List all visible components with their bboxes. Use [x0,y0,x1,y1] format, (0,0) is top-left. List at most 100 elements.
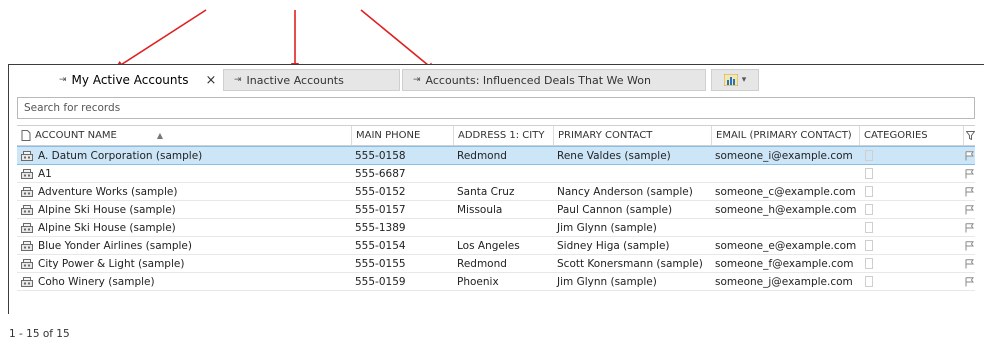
table-row[interactable]: Alpine Ski House (sample) 555-1389 Jim Gly… [17,219,975,237]
close-icon[interactable]: × [205,73,216,88]
main-phone-cell: 555-0155 [355,257,406,270]
account-icon [21,168,33,179]
column-header-main-phone[interactable]: MAIN PHONE [351,126,453,145]
flag-cell[interactable] [963,165,977,182]
account-name-link[interactable]: Coho Winery (sample) [38,276,155,288]
city-cell [453,165,553,182]
primary-contact-cell[interactable]: Rene Valdes (sample) [553,147,711,164]
account-icon [21,276,33,287]
account-name-cell[interactable]: Alpine Ski House (sample) [17,219,351,236]
chart-button[interactable]: ▾ [711,69,759,91]
account-name-link[interactable]: A1 [38,168,52,180]
categories-cell [859,147,963,164]
primary-contact-cell[interactable]: Jim Glynn (sample) [553,273,711,290]
account-icon [21,150,33,161]
primary-contact-cell[interactable]: Paul Cannon (sample) [553,201,711,218]
table-row[interactable]: Adventure Works (sample) 555-0152 Santa Cr… [17,183,975,201]
email-cell[interactable]: someone_f@example.com [711,255,859,272]
pin-icon[interactable]: ⇥ [59,75,66,85]
tab-influenced-deals[interactable]: ⇥ Accounts: Influenced Deals That We Won [402,69,706,91]
primary-contact-cell[interactable]: Sidney Higa (sample) [553,237,711,254]
categories-cell [859,165,963,182]
category-checkbox[interactable] [865,150,873,161]
account-name-cell[interactable]: Blue Yonder Airlines (sample) [17,237,351,254]
column-header-city[interactable]: ADDRESS 1: CITY [453,126,553,145]
column-header-account-name[interactable]: ACCOUNT NAME ▲ [17,126,351,145]
flag-cell[interactable] [963,255,977,272]
account-name-link[interactable]: City Power & Light (sample) [38,258,184,270]
category-checkbox[interactable] [865,168,873,179]
account-name-link[interactable]: Alpine Ski House (sample) [38,222,176,234]
email-cell[interactable]: someone_i@example.com [711,147,859,164]
account-icon [21,204,33,215]
email-cell[interactable] [711,219,859,236]
flag-icon[interactable] [965,150,974,161]
tab-inactive-accounts[interactable]: ⇥ Inactive Accounts [223,69,400,91]
email-cell[interactable]: someone_h@example.com [711,201,859,218]
table-row[interactable]: A. Datum Corporation (sample) 555-0158 Red… [17,146,975,165]
column-header-email[interactable]: EMAIL (PRIMARY CONTACT) [711,126,859,145]
primary-contact-cell[interactable]: Jim Glynn (sample) [553,219,711,236]
account-name-cell[interactable]: A. Datum Corporation (sample) [17,147,351,164]
category-checkbox[interactable] [865,186,873,197]
column-header-primary-contact[interactable]: PRIMARY CONTACT [553,126,711,145]
flag-cell[interactable] [963,183,977,200]
account-icon [21,258,33,269]
account-name-cell[interactable]: Adventure Works (sample) [17,183,351,200]
flag-icon[interactable] [965,240,974,251]
categories-cell [859,237,963,254]
account-icon [21,186,33,197]
flag-icon[interactable] [965,204,974,215]
flag-icon[interactable] [965,186,974,197]
category-checkbox[interactable] [865,222,873,233]
table-row[interactable]: Alpine Ski House (sample) 555-0157 Missoul… [17,201,975,219]
flag-icon[interactable] [965,168,974,179]
flag-cell[interactable] [963,201,977,218]
email-cell[interactable]: someone_e@example.com [711,237,859,254]
primary-contact-cell[interactable]: Scott Konersmann (sample) [553,255,711,272]
arrow-to-influenced-deals [360,9,435,71]
search-input[interactable]: Search for records [17,97,975,119]
flag-icon[interactable] [965,258,974,269]
category-checkbox[interactable] [865,204,873,215]
account-name-link[interactable]: Adventure Works (sample) [38,186,177,198]
sort-asc-icon[interactable]: ▲ [157,131,163,140]
pin-icon[interactable]: ⇥ [413,75,420,85]
main-phone-cell: 555-1389 [355,221,406,234]
account-name-link[interactable]: A. Datum Corporation (sample) [38,150,202,162]
account-icon [21,222,33,233]
tab-my-active-accounts[interactable]: ⇥ My Active Accounts × [49,69,227,91]
grid-header: ACCOUNT NAME ▲ MAIN PHONE ADDRESS 1: CIT… [17,125,975,146]
email-cell[interactable] [711,165,859,182]
email-cell[interactable]: someone_c@example.com [711,183,859,200]
pin-icon[interactable]: ⇥ [234,75,241,85]
column-header-categories[interactable]: CATEGORIES [859,126,963,145]
email-cell[interactable]: someone_j@example.com [711,273,859,290]
flag-cell[interactable] [963,273,977,290]
category-checkbox[interactable] [865,276,873,287]
tab-label: My Active Accounts [71,73,189,87]
category-checkbox[interactable] [865,258,873,269]
filter-icon[interactable] [963,126,977,145]
flag-icon[interactable] [965,222,974,233]
flag-icon[interactable] [965,276,974,287]
main-phone-cell: 555-0159 [355,275,406,288]
account-name-link[interactable]: Blue Yonder Airlines (sample) [38,240,192,252]
category-checkbox[interactable] [865,240,873,251]
select-all-checkbox-icon[interactable] [21,130,31,141]
account-icon [21,240,33,251]
table-row[interactable]: A1 555-6687 [17,165,975,183]
primary-contact-cell[interactable]: Nancy Anderson (sample) [553,183,711,200]
table-row[interactable]: Coho Winery (sample) 555-0159 Phoenix Jim G… [17,273,975,291]
table-row[interactable]: Blue Yonder Airlines (sample) 555-0154 Los… [17,237,975,255]
account-name-cell[interactable]: A1 [17,165,351,182]
account-name-cell[interactable]: Alpine Ski House (sample) [17,201,351,218]
flag-cell[interactable] [963,147,977,164]
primary-contact-cell[interactable] [553,165,711,182]
account-name-cell[interactable]: Coho Winery (sample) [17,273,351,290]
flag-cell[interactable] [963,237,977,254]
table-row[interactable]: City Power & Light (sample) 555-0155 Redmo… [17,255,975,273]
flag-cell[interactable] [963,219,977,236]
account-name-cell[interactable]: City Power & Light (sample) [17,255,351,272]
account-name-link[interactable]: Alpine Ski House (sample) [38,204,176,216]
